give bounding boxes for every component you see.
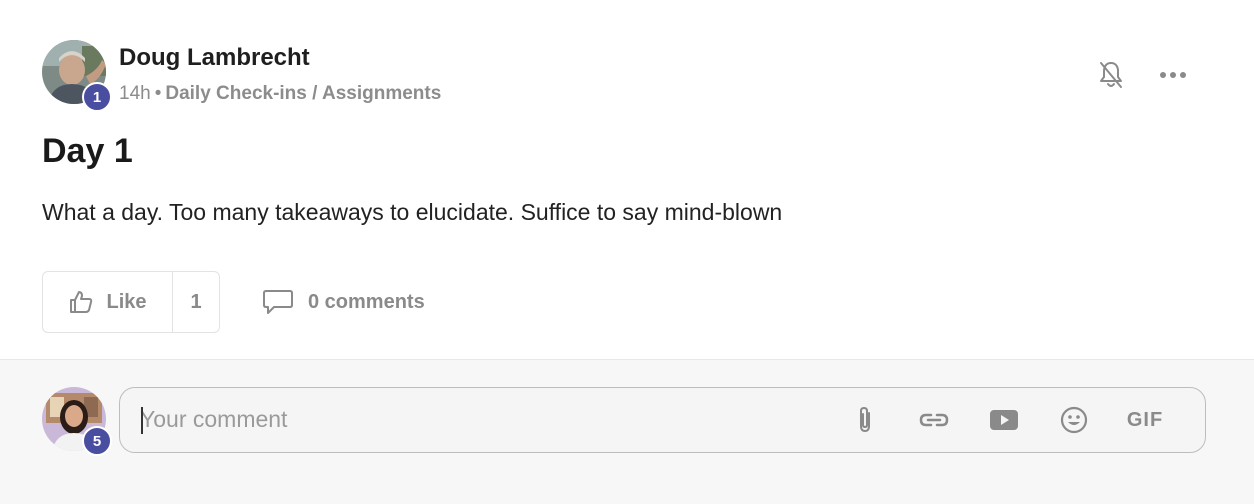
link-icon (919, 413, 949, 427)
author-name[interactable]: Doug Lambrecht (119, 44, 310, 72)
more-options-button[interactable] (1153, 55, 1193, 95)
like-label: Like (106, 290, 147, 313)
comments-label: 0 comments (308, 290, 425, 313)
bell-off-icon (1100, 62, 1122, 88)
thumbs-up-icon (70, 291, 93, 313)
text-caret (141, 407, 143, 434)
post-title: Day 1 (42, 132, 133, 170)
post-meta: 14h • Daily Check-ins / Assignments (119, 83, 441, 105)
author-level-badge: 1 (82, 82, 112, 112)
more-horizontal-icon (1160, 72, 1186, 78)
gif-icon: GIF (1126, 408, 1164, 431)
post-card: 1 Doug Lambrecht 14h • Daily Check-ins / A… (0, 0, 1254, 504)
like-button[interactable]: Like (43, 272, 173, 332)
insert-link-button[interactable] (915, 401, 953, 439)
like-count[interactable]: 1 (173, 272, 219, 332)
attach-file-button[interactable] (846, 401, 884, 439)
author-level: 1 (92, 88, 102, 106)
attachment-icon (860, 406, 870, 433)
current-user-level: 5 (92, 432, 102, 450)
insert-video-button[interactable] (985, 401, 1023, 439)
like-group: Like 1 (42, 271, 220, 333)
comments-button[interactable]: 0 comments (262, 286, 425, 318)
video-icon (990, 410, 1018, 430)
insert-emoji-button[interactable] (1055, 401, 1093, 439)
post-body: What a day. Too many takeaways to elucid… (42, 199, 783, 225)
comment-composer: GIF (119, 387, 1206, 453)
notifications-toggle-button[interactable] (1091, 55, 1131, 95)
comment-icon (263, 290, 293, 314)
emoji-icon (1060, 406, 1088, 434)
post-time: 14h (119, 83, 151, 104)
comment-input[interactable] (140, 388, 820, 451)
current-user-level-badge: 5 (82, 426, 112, 456)
meta-separator: • (154, 83, 162, 104)
insert-gif-button[interactable]: GIF (1120, 401, 1170, 439)
breadcrumb[interactable]: Daily Check-ins / Assignments (165, 83, 441, 104)
